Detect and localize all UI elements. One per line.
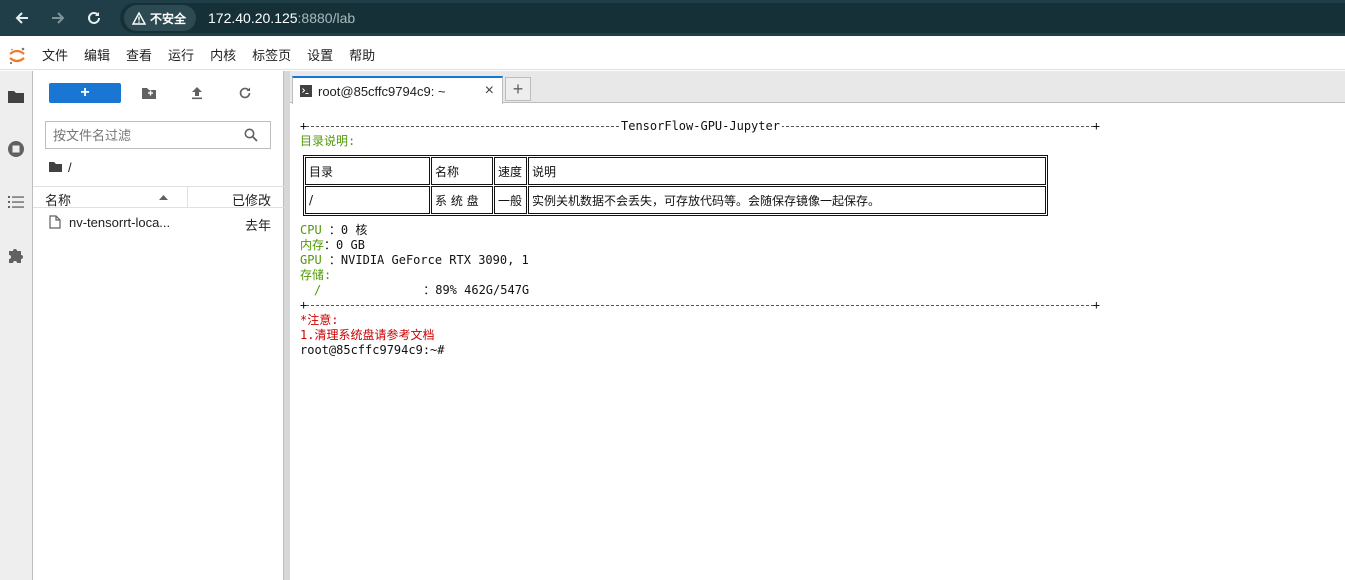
table-of-contents-icon[interactable] <box>0 186 32 218</box>
memory-line: 内存：0 GB <box>300 238 365 253</box>
banner-bottom-rule: + + <box>300 298 1100 312</box>
column-divider <box>187 187 188 207</box>
running-sessions-icon[interactable] <box>0 133 32 165</box>
forward-button[interactable] <box>40 0 76 36</box>
menu-help[interactable]: 帮助 <box>341 42 383 70</box>
storage-mount: / <box>314 283 322 297</box>
reload-button[interactable] <box>76 0 112 36</box>
storage-value: ：89% 462G/547G <box>423 283 530 297</box>
cpu-value: ：0 核 <box>328 223 368 237</box>
address-bar[interactable]: 不安全 172.40.20.125:8880/lab <box>120 3 1345 33</box>
memory-value: ：0 GB <box>324 238 365 252</box>
refresh-icon[interactable] <box>233 83 257 103</box>
new-launcher-button[interactable]: + <box>49 83 121 103</box>
cpu-line: CPU ：0 核 <box>300 223 367 238</box>
arrow-right-icon <box>52 12 65 24</box>
memory-label: 内存 <box>300 238 325 252</box>
file-browser-toolbar: + <box>33 81 284 105</box>
table-cell: 目录 <box>305 157 430 185</box>
table-cell: 速度 <box>494 157 527 185</box>
main-dock-area: root@85cffc9794c9: ~ × + + + TensorFlow-G… <box>290 71 1345 580</box>
notice-title: *注意: <box>300 313 339 327</box>
shell-prompt[interactable]: root@85cffc9794c9:~# <box>300 343 445 358</box>
file-modified: 去年 <box>244 218 271 233</box>
table-cell: 名称 <box>431 157 493 185</box>
sort-ascending-icon <box>159 195 168 200</box>
folder-tab-icon[interactable] <box>0 80 32 112</box>
column-name-header[interactable]: 名称 <box>45 190 71 209</box>
file-filter-input[interactable] <box>53 127 233 143</box>
file-browser-panel: + / 名称 已修改 nv-tensorrt-loca... 去年 <box>33 71 284 580</box>
table-cell: 说明 <box>528 157 1046 185</box>
security-chip[interactable]: 不安全 <box>124 5 197 31</box>
folder-icon[interactable] <box>48 161 63 173</box>
upload-icon[interactable] <box>185 83 209 103</box>
close-tab-icon[interactable]: × <box>485 82 494 100</box>
url-path: :8880/lab <box>297 10 356 26</box>
table-row: / 系 统 盘 一般 实例关机数据不会丢失，可存放代码等。会随保存镜像一起保存。 <box>305 186 1046 214</box>
search-icon <box>244 128 258 142</box>
table-cell: 一般 <box>494 186 527 214</box>
table-row: 目录 名称 速度 说明 <box>305 157 1046 185</box>
file-list-header: 名称 已修改 <box>33 186 284 208</box>
section-title: 目录说明: <box>300 134 356 148</box>
menu-kernel[interactable]: 内核 <box>202 42 244 70</box>
file-icon <box>49 215 61 229</box>
activity-bar <box>0 71 33 580</box>
terminal-icon <box>300 85 312 97</box>
new-folder-icon[interactable] <box>137 83 161 103</box>
storage-label: 存储: <box>300 268 332 282</box>
jupyter-logo-icon <box>0 42 34 70</box>
extensions-puzzle-icon[interactable] <box>0 239 32 271</box>
terminal-output[interactable]: + + TensorFlow-GPU-Jupyter 目录说明: 目录 名称 速度… <box>300 119 1340 559</box>
gpu-label: GPU <box>300 253 322 267</box>
breadcrumb: / <box>48 158 72 176</box>
column-modified-header[interactable]: 已修改 <box>232 190 271 209</box>
menu-view[interactable]: 查看 <box>118 42 160 70</box>
menu-file[interactable]: 文件 <box>34 42 76 70</box>
file-filter-input-box[interactable] <box>45 121 271 149</box>
banner-title: TensorFlow-GPU-Jupyter <box>619 119 782 133</box>
file-name: nv-tensorrt-loca... <box>69 215 171 230</box>
table-cell: 系 统 盘 <box>431 186 493 214</box>
table-cell: 实例关机数据不会丢失，可存放代码等。会随保存镜像一起保存。 <box>528 186 1046 214</box>
gpu-line: GPU ：NVIDIA GeForce RTX 3090, 1 <box>300 253 529 268</box>
arrow-left-icon <box>15 12 28 24</box>
back-button[interactable] <box>4 0 40 36</box>
file-list-item[interactable]: nv-tensorrt-loca... 去年 <box>33 212 284 234</box>
tab-terminal[interactable]: root@85cffc9794c9: ~ × <box>292 76 503 104</box>
tab-bar: root@85cffc9794c9: ~ × + <box>290 71 1345 104</box>
menu-edit[interactable]: 编辑 <box>76 42 118 70</box>
banner-top-rule: + + TensorFlow-GPU-Jupyter <box>300 119 1100 133</box>
menu-run[interactable]: 运行 <box>160 42 202 70</box>
table-cell: / <box>305 186 430 214</box>
menu-tabs[interactable]: 标签页 <box>244 42 299 70</box>
warning-icon <box>132 11 146 25</box>
url-host: 172.40.20.125 <box>208 10 298 26</box>
reload-icon <box>88 11 100 24</box>
browser-toolbar: 不安全 172.40.20.125:8880/lab <box>0 0 1345 36</box>
menu-settings[interactable]: 设置 <box>299 42 341 70</box>
storage-line: / ：89% 462G/547G <box>300 283 529 298</box>
notice-item: 1.清理系统盘请参考文档 <box>300 328 435 342</box>
gpu-value: ：NVIDIA GeForce RTX 3090, 1 <box>328 253 529 267</box>
security-label: 不安全 <box>150 11 187 26</box>
directory-table: 目录 名称 速度 说明 / 系 统 盘 一般 实例关机数据不会丢失，可存放代码等… <box>303 155 1048 216</box>
cpu-label: CPU <box>300 223 322 237</box>
menu-bar: 文件 编辑 查看 运行 内核 标签页 设置 帮助 <box>0 42 1345 70</box>
breadcrumb-root[interactable]: / <box>68 160 72 175</box>
tab-label: root@85cffc9794c9: ~ <box>318 83 446 99</box>
add-tab-button[interactable]: + <box>505 77 531 101</box>
